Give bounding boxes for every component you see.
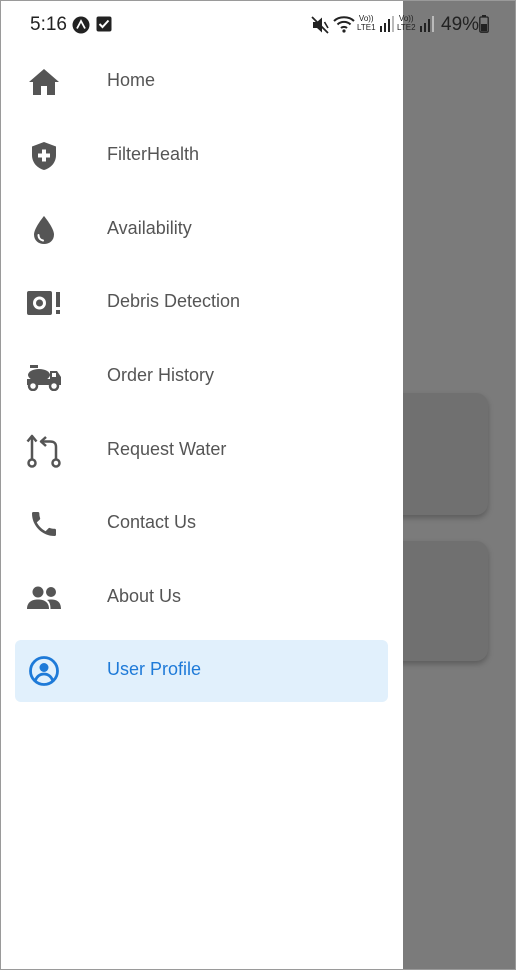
menu-item-request-water[interactable]: Request Water xyxy=(15,420,388,482)
screen: Home FilterHealth Availability Debris De… xyxy=(0,0,516,970)
user-circle-icon xyxy=(26,653,62,689)
navigation-drawer: Home FilterHealth Availability Debris De… xyxy=(1,1,403,969)
menu-item-label: Availability xyxy=(107,218,192,238)
battery-percent: 49% xyxy=(441,14,480,35)
menu-item-label: Request Water xyxy=(107,439,227,459)
menu-item-home[interactable]: Home xyxy=(15,51,388,113)
home-icon xyxy=(26,64,62,100)
status-bar: 5:16 Vo)) LTE1 Vo)) LTE2 49% xyxy=(1,1,515,47)
lte2-indicator: Vo)) LTE2 xyxy=(397,14,416,32)
status-time: 5:16 xyxy=(30,14,67,35)
menu-item-label: User Profile xyxy=(107,659,202,679)
water-drop-icon xyxy=(26,212,62,248)
wifi-icon xyxy=(333,14,355,39)
menu-item-contact-us[interactable]: Contact Us xyxy=(15,493,388,555)
volte-label: Vo)) xyxy=(398,14,414,23)
phone-icon xyxy=(26,506,62,542)
menu-item-user-profile[interactable]: User Profile xyxy=(15,640,388,702)
menu-item-label: Order History xyxy=(107,365,215,385)
menu-item-order-history[interactable]: Order History xyxy=(15,346,388,408)
lte1-label: LTE1 xyxy=(357,23,376,32)
menu-item-label: Contact Us xyxy=(107,512,197,532)
signal-2-icon xyxy=(420,16,434,37)
lte2-label: LTE2 xyxy=(397,23,416,32)
menu-item-filterhealth[interactable]: FilterHealth xyxy=(15,125,388,187)
debris-alert-icon xyxy=(26,285,62,321)
people-icon xyxy=(26,580,62,616)
volte-label: Vo)) xyxy=(358,14,374,23)
app-notification-icon xyxy=(72,16,90,39)
menu-item-about-us[interactable]: About Us xyxy=(15,567,388,629)
lte1-indicator: Vo)) LTE1 xyxy=(357,14,376,32)
menu-item-label: Home xyxy=(107,70,156,90)
shield-plus-icon xyxy=(26,138,62,174)
menu-item-label: About Us xyxy=(107,586,182,606)
checkbox-notification-icon xyxy=(96,16,112,37)
menu-item-debris-detection[interactable]: Debris Detection xyxy=(15,272,388,334)
mute-icon xyxy=(311,16,329,39)
menu-item-label: Debris Detection xyxy=(107,291,241,311)
battery-icon xyxy=(479,15,489,38)
water-truck-icon xyxy=(26,359,62,395)
menu-item-label: FilterHealth xyxy=(107,144,200,164)
signal-1-icon xyxy=(380,16,394,37)
request-arrows-icon xyxy=(26,433,62,469)
menu-item-availability[interactable]: Availability xyxy=(15,199,388,261)
